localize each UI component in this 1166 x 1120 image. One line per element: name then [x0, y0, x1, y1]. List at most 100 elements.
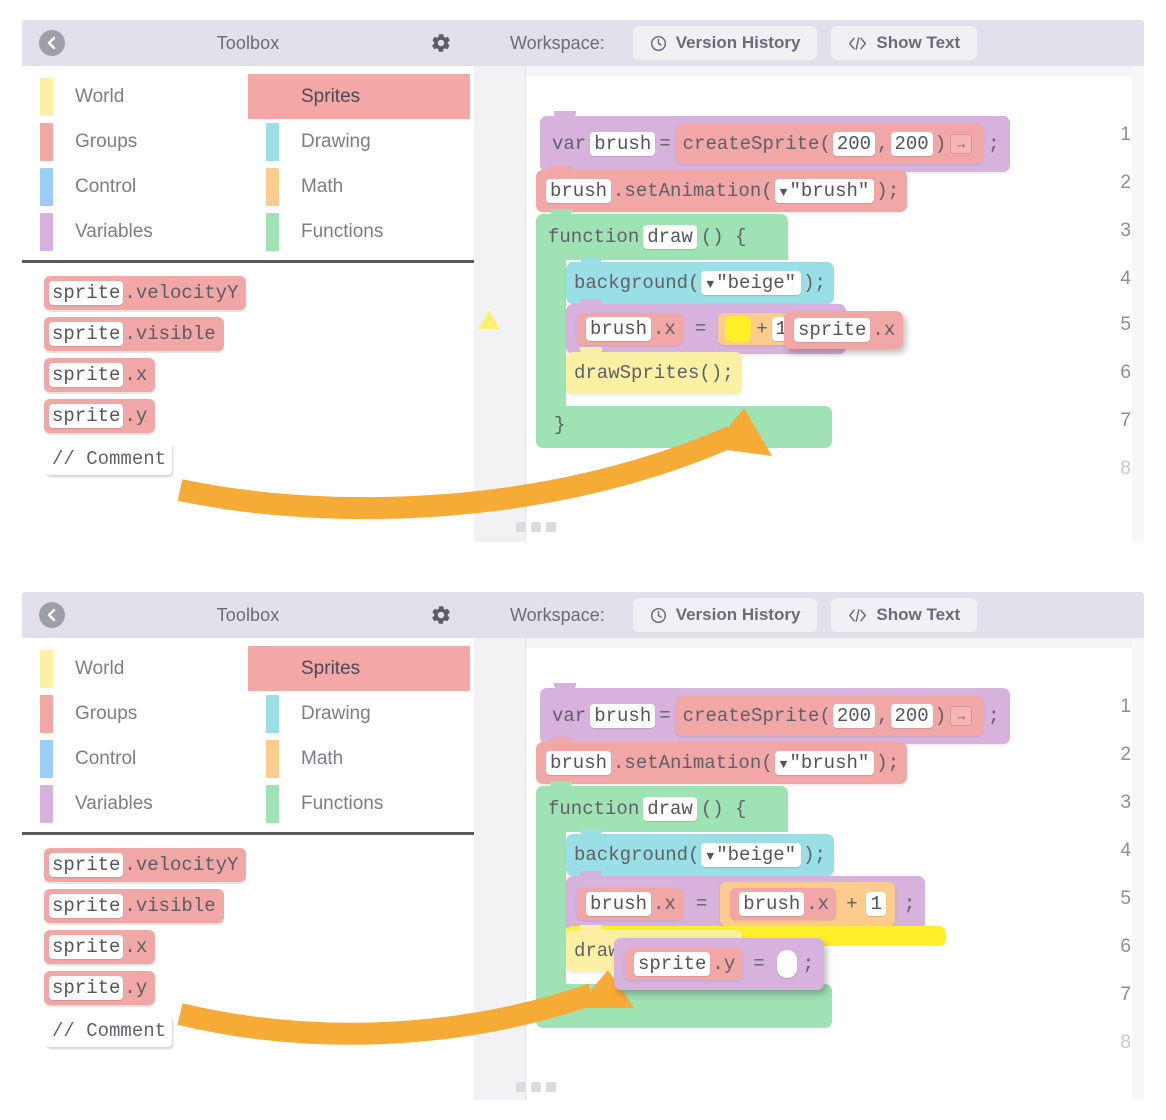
animation-dropdown[interactable]: ▼ "brush"	[774, 179, 875, 203]
panel-resize-handle[interactable]	[516, 1082, 556, 1092]
category-swatch	[40, 649, 53, 688]
code-block-var-declaration[interactable]: var brush = createSprite( 200 , 200 ) →	[540, 683, 1010, 744]
category-groups[interactable]: Groups	[22, 119, 244, 164]
category-functions[interactable]: Functions	[248, 781, 470, 826]
function-name-field[interactable]: draw	[643, 225, 697, 249]
block-palette: sprite .velocityY sprite .visible sprite .x…	[22, 835, 474, 1100]
block-notch	[550, 737, 572, 744]
block-field: sprite	[49, 935, 124, 959]
sprite-name-field[interactable]: brush	[546, 179, 612, 203]
color-dropdown[interactable]: ▼ "beige"	[701, 843, 802, 867]
category-control[interactable]: Control	[22, 736, 244, 781]
code-block-function-draw[interactable]: function draw () {	[536, 209, 788, 260]
category-variables[interactable]: Variables	[22, 781, 244, 826]
palette-block[interactable]: sprite .velocityY	[44, 848, 247, 882]
method-name: .setAnimation(	[613, 180, 773, 202]
category-label: Drawing	[301, 130, 371, 152]
category-drawing[interactable]: Drawing	[248, 119, 470, 164]
back-chevron-icon[interactable]	[39, 30, 65, 56]
sprite-name-field[interactable]: brush	[546, 751, 612, 775]
dragged-block-sprite-y-assignment[interactable]: sprite .y = ;	[614, 938, 825, 990]
category-sprites[interactable]: Sprites	[248, 646, 470, 691]
arg-x-field[interactable]: 200	[832, 704, 876, 728]
palette-block-sprite-x[interactable]: sprite .x	[44, 930, 156, 964]
empty-value-slot[interactable]	[776, 950, 797, 978]
expand-arrow-icon[interactable]: →	[950, 706, 973, 726]
code-block-var-declaration[interactable]: var brush = createSprite( 200 , 200 ) →	[540, 111, 1010, 172]
property-name: .x	[653, 893, 676, 915]
palette-block-sprite-x[interactable]: sprite .x	[44, 358, 156, 392]
category-math[interactable]: Math	[248, 736, 470, 781]
version-history-label: Version History	[675, 605, 801, 624]
code-block-set-animation[interactable]: brush .setAnimation( ▼ "brush" );	[536, 737, 908, 784]
category-drawing[interactable]: Drawing	[248, 691, 470, 736]
category-world[interactable]: World	[22, 646, 244, 691]
code-block-brush-x-target[interactable]: brush .x	[577, 313, 683, 345]
palette-block-sprite-y[interactable]: sprite .y	[44, 971, 156, 1005]
category-sprites[interactable]: Sprites	[248, 74, 470, 119]
block-notch	[580, 257, 602, 264]
code-block-create-sprite[interactable]: createSprite( 200 , 200 ) →	[675, 696, 984, 736]
toolbox-panel: Toolbox World Sprites Groups Drawing Con…	[22, 20, 474, 542]
function-name-field[interactable]: draw	[643, 797, 697, 821]
code-block-brush-x-operand[interactable]: brush .x	[730, 888, 837, 920]
workspace-canvas[interactable]: 1 2 3 4 5 6 7 8 var brush = createSprite…	[474, 66, 1144, 542]
back-chevron-icon[interactable]	[39, 602, 65, 628]
code-block-function-draw[interactable]: function draw () {	[536, 781, 788, 832]
code-block-background[interactable]: background( ▼ "beige" );	[566, 257, 834, 304]
palette-block[interactable]: sprite .visible	[44, 317, 224, 351]
workspace-canvas[interactable]: 1 2 3 4 5 6 7 8 var brush = createSprite…	[474, 638, 1144, 1100]
palette-block-comment[interactable]: // Comment	[46, 443, 173, 475]
punct: );	[876, 180, 900, 202]
palette-block[interactable]: sprite .velocityY	[44, 276, 247, 310]
variable-name-field[interactable]: brush	[590, 132, 656, 156]
expand-arrow-icon[interactable]: →	[950, 134, 973, 154]
punct: );	[803, 272, 826, 294]
punct: );	[803, 844, 826, 866]
arg-x-field[interactable]: 200	[832, 132, 876, 156]
version-history-button[interactable]: Version History	[632, 26, 818, 60]
show-text-button[interactable]: Show Text	[831, 26, 978, 60]
version-history-button[interactable]: Version History	[632, 598, 818, 632]
sprite-name-field[interactable]: brush	[586, 892, 652, 916]
arg-y-field[interactable]: 200	[890, 704, 933, 728]
arg-y-field[interactable]: 200	[890, 132, 933, 156]
category-functions[interactable]: Functions	[248, 209, 470, 254]
palette-block-sprite-y[interactable]: sprite .y	[44, 399, 156, 433]
workspace-panel-top: Workspace: Version History Show Text 1 2…	[474, 20, 1144, 542]
code-block-draw-sprites[interactable]: drawSprites();	[566, 347, 742, 394]
category-control[interactable]: Control	[22, 164, 244, 209]
code-block-brush-x-target[interactable]: brush .x	[577, 888, 683, 920]
code-block-background[interactable]: background( ▼ "beige" );	[566, 829, 834, 876]
code-block-set-animation[interactable]: brush .setAnimation( ▼ "brush" );	[536, 165, 908, 212]
code-block-create-sprite[interactable]: createSprite( 200 , 200 ) →	[675, 124, 984, 164]
code-block-sprite-y[interactable]: sprite .y	[625, 948, 743, 980]
palette-block-comment[interactable]: // Comment	[46, 1015, 173, 1047]
category-math[interactable]: Math	[248, 164, 470, 209]
category-variables[interactable]: Variables	[22, 209, 244, 254]
gear-icon[interactable]	[430, 32, 452, 54]
show-text-button[interactable]: Show Text	[831, 598, 978, 632]
block-text: .x	[124, 364, 148, 386]
operand-field[interactable]: 1	[866, 892, 886, 916]
sprite-name-field[interactable]: brush	[739, 892, 805, 916]
color-dropdown[interactable]: ▼ "beige"	[701, 271, 802, 295]
code-block-assignment[interactable]: brush .x = brush .x + 1 ;	[566, 871, 926, 932]
block-palette: sprite .velocityY sprite .visible sprite .x…	[22, 263, 474, 542]
category-groups[interactable]: Groups	[22, 691, 244, 736]
panel-resize-handle[interactable]	[516, 522, 556, 532]
function-closing-brace[interactable]: }	[536, 406, 832, 448]
chevron-down-icon: ▼	[779, 757, 788, 772]
operator: =	[659, 133, 671, 155]
variable-name-field[interactable]: brush	[590, 704, 656, 728]
gear-icon[interactable]	[430, 604, 452, 626]
dragged-block-sprite-x[interactable]: sprite .x	[784, 311, 904, 349]
punct: ,	[877, 133, 889, 155]
category-swatch	[40, 739, 53, 778]
sprite-name-field[interactable]: brush	[586, 317, 652, 341]
animation-dropdown[interactable]: ▼ "brush"	[774, 751, 875, 775]
category-world[interactable]: World	[22, 74, 244, 119]
palette-block[interactable]: sprite .visible	[44, 889, 224, 923]
code-block-addition[interactable]: brush .x + 1	[720, 882, 895, 926]
function-closing-brace[interactable]: }	[536, 984, 832, 1028]
